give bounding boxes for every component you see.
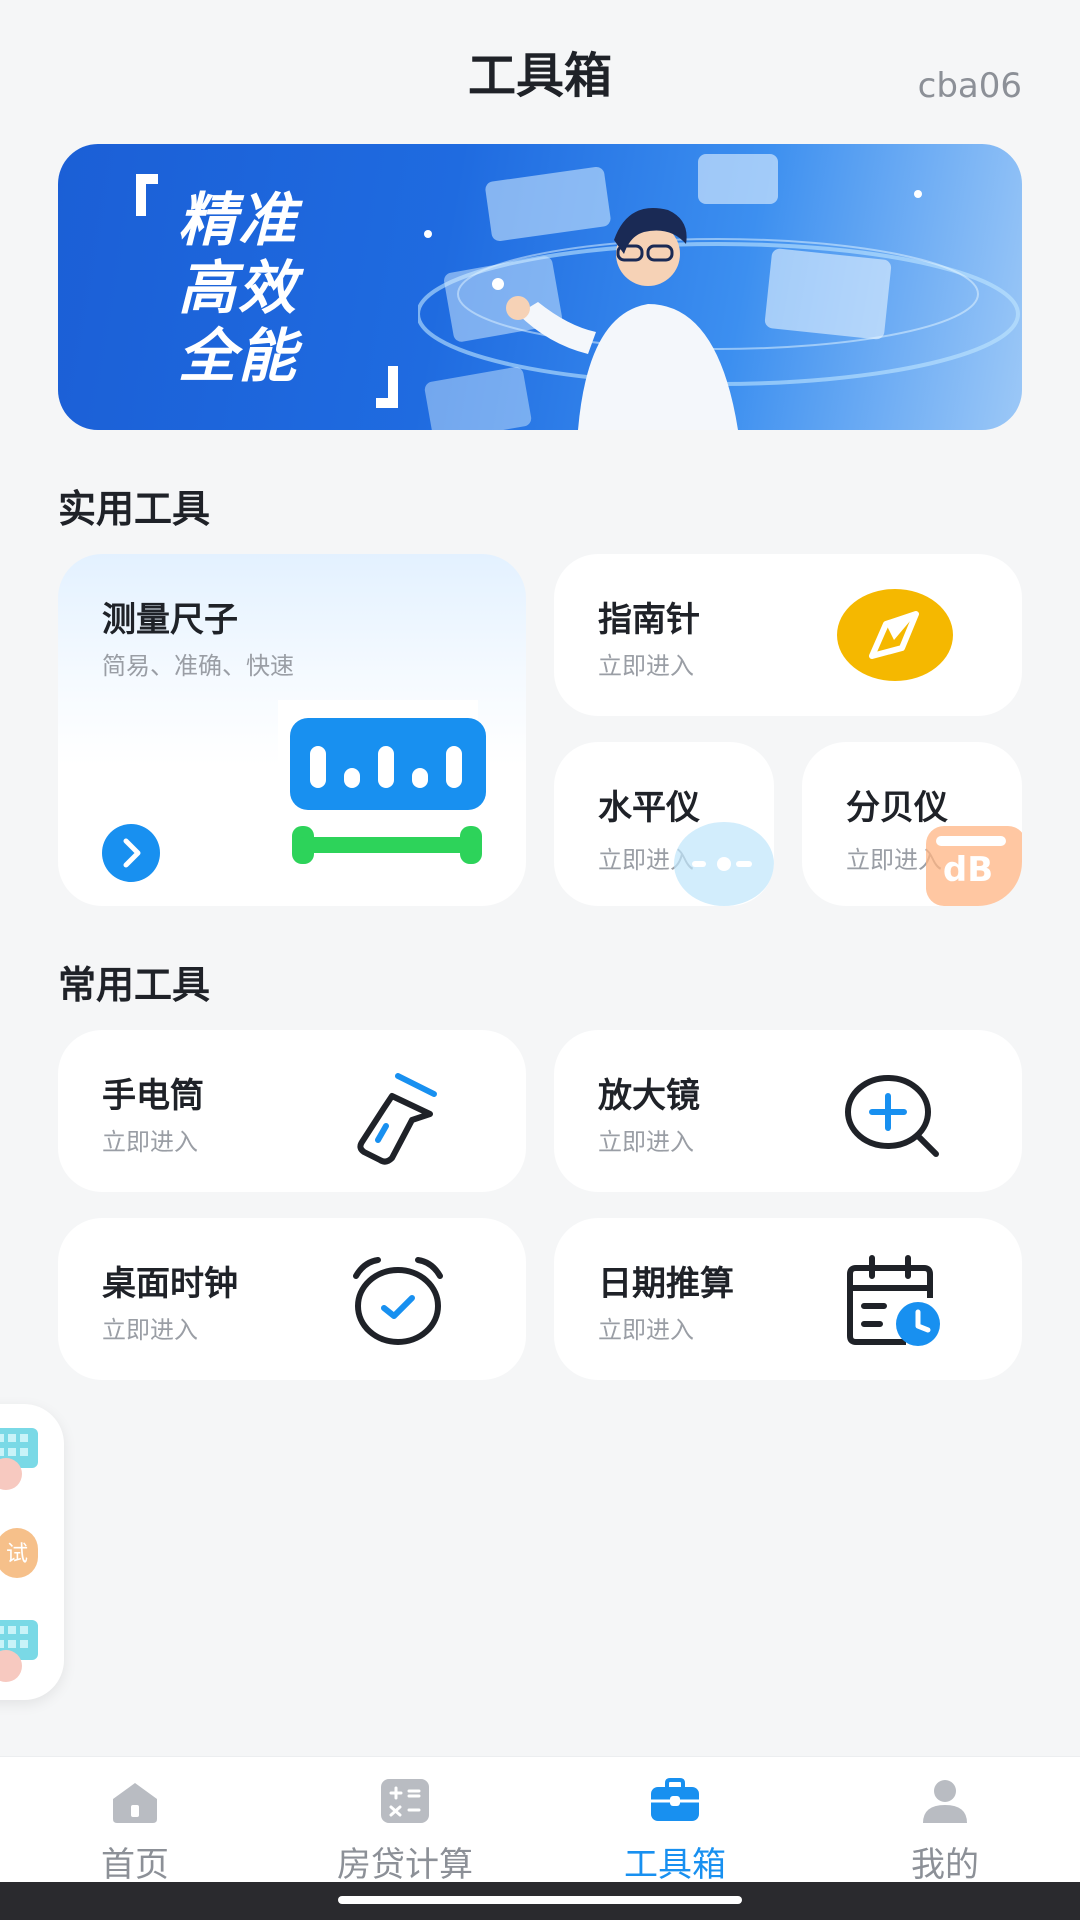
user-id-label: cba06 (917, 66, 1022, 106)
tool-desc: 立即进入 (598, 652, 694, 680)
user-icon (923, 1780, 967, 1823)
home-indicator[interactable] (338, 1896, 742, 1904)
tool-desc: 立即进入 (598, 1128, 694, 1156)
banner-illustration (418, 154, 1020, 430)
trial-badge-icon: 试 (0, 1528, 38, 1578)
trial-badge-text: 试 (5, 1542, 28, 1567)
ruler-icon (278, 700, 486, 876)
calculator-icon (381, 1779, 429, 1823)
tool-name: 日期推算 (598, 1264, 734, 1304)
decibel-icon: dB (926, 826, 1022, 906)
tool-name: 放大镜 (598, 1076, 700, 1116)
tool-desc: 立即进入 (102, 1128, 198, 1156)
tool-card-desk-clock[interactable]: 桌面时钟 立即进入 (58, 1218, 526, 1380)
banner-slogan: 精准 高效 全能 (178, 186, 378, 390)
tool-card-date-calc[interactable]: 日期推算 立即进入 (554, 1218, 1022, 1380)
tab-label: 工具箱 (624, 1845, 726, 1885)
tab-label: 我的 (911, 1845, 979, 1885)
tool-name: 手电筒 (102, 1076, 204, 1116)
tool-card-decibel[interactable]: 分贝仪 立即进入 dB (802, 742, 1022, 906)
system-home-indicator-bar (0, 1882, 1080, 1920)
tab-profile[interactable]: 我的 (810, 1757, 1080, 1885)
home-icon (113, 1783, 157, 1823)
compass-icon (837, 589, 953, 681)
tab-label: 房贷计算 (337, 1845, 473, 1885)
side-widget-keyboard-2[interactable] (0, 1614, 40, 1684)
decibel-icon-text: dB (942, 850, 994, 890)
calendar-clock-icon (847, 1255, 940, 1346)
tab-label: 首页 (101, 1845, 169, 1885)
tool-name: 桌面时钟 (102, 1264, 238, 1304)
tool-name: 测量尺子 (102, 600, 238, 640)
bracket-right-decoration (376, 366, 398, 408)
tool-card-level[interactable]: 水平仪 立即进入 (554, 742, 774, 906)
section-title-practical: 实用工具 (58, 487, 211, 531)
enter-button[interactable] (102, 824, 160, 882)
bottom-tab-bar: 首页 房贷计算 工具箱 我的 (0, 1756, 1080, 1885)
flashlight-icon (357, 1073, 437, 1165)
tab-home[interactable]: 首页 (0, 1757, 270, 1885)
chevron-right-icon (123, 838, 141, 868)
tool-name: 指南针 (598, 600, 700, 640)
tool-card-compass[interactable]: 指南针 立即进入 (554, 554, 1022, 716)
alarm-clock-icon (353, 1257, 443, 1345)
toolbox-icon (651, 1778, 699, 1821)
tool-card-magnifier[interactable]: 放大镜 立即进入 (554, 1030, 1022, 1192)
tool-desc: 立即进入 (598, 1316, 694, 1344)
keyboard-hand-icon (0, 1428, 38, 1490)
slogan-line-2: 高效 (178, 254, 299, 322)
side-widget-keyboard-1[interactable] (0, 1422, 40, 1492)
slogan-line-1: 精准 (178, 186, 299, 254)
section-title-common: 常用工具 (58, 963, 211, 1007)
tool-card-ruler[interactable]: 测量尺子 简易、准确、快速 (58, 554, 526, 906)
slogan-line-3: 全能 (178, 322, 299, 390)
magnifier-icon (845, 1075, 939, 1157)
tool-desc: 简易、准确、快速 (102, 652, 294, 680)
tool-desc: 立即进入 (102, 1316, 198, 1344)
keyboard-hand-icon (0, 1620, 38, 1682)
bracket-left-decoration (136, 174, 158, 216)
tab-mortgage-calc[interactable]: 房贷计算 (270, 1757, 540, 1885)
promo-banner[interactable]: 精准 高效 全能 (58, 144, 1022, 430)
tool-name: 分贝仪 (846, 788, 948, 828)
tool-card-flashlight[interactable]: 手电筒 立即进入 (58, 1030, 526, 1192)
tab-toolbox[interactable]: 工具箱 (540, 1757, 810, 1885)
side-widget-trial[interactable]: 试 (0, 1518, 40, 1588)
floating-side-panel: 试 (0, 1404, 64, 1700)
level-icon (674, 822, 774, 906)
